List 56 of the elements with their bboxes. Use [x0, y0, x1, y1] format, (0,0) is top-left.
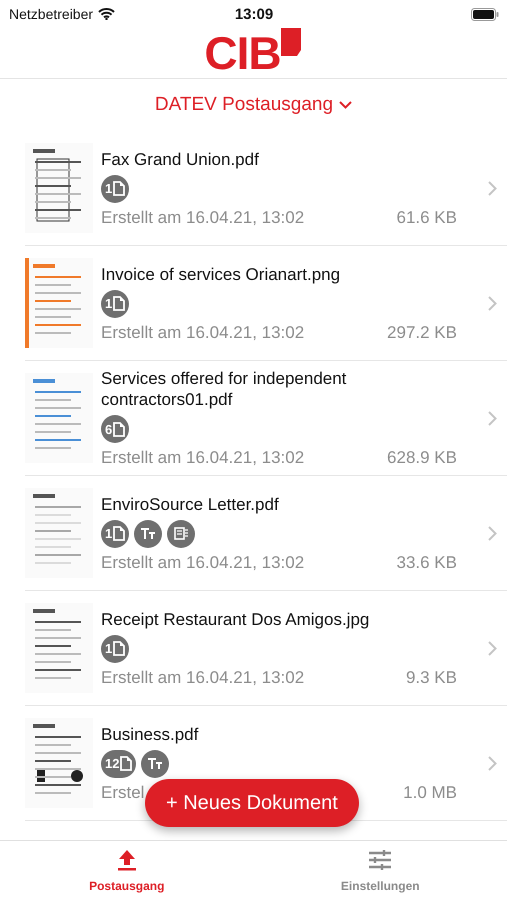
page-count-badge: 6	[101, 415, 130, 443]
folder-selector[interactable]: DATEV Postausgang	[154, 94, 352, 116]
created-date: Erstellt am 16.04.21, 13:02	[101, 208, 304, 228]
clock: 13:09	[234, 6, 274, 22]
page-icon	[113, 181, 126, 196]
new-document-button[interactable]: + Neues Dokument	[145, 779, 359, 827]
page-icon	[113, 526, 126, 541]
logo-mark-icon	[280, 28, 303, 56]
chevron-right-icon	[488, 410, 496, 426]
chevron-right-icon	[488, 526, 496, 540]
document-name: Receipt Restaurant Dos Amigos.jpg	[101, 608, 370, 630]
file-size: 628.9 KB	[387, 448, 457, 468]
carrier-name: Netzbetreiber	[9, 6, 94, 22]
document-row[interactable]: EnviroSource Letter.pdf 1 Erstellt am 16.04.21, 13:02 33.6 KB	[25, 476, 507, 591]
wifi-icon	[98, 8, 116, 20]
page-count-badge: 1	[101, 634, 130, 662]
document-row[interactable]: Receipt Restaurant Dos Amigos.jpg 1 Erstellt am 16.04.21, 13:02 9.3 KB	[25, 591, 507, 706]
page-icon	[113, 296, 126, 311]
scan-badge-icon	[167, 520, 196, 548]
upload-icon	[116, 848, 137, 870]
file-size: 33.6 KB	[396, 552, 457, 572]
chevron-right-icon	[488, 296, 496, 310]
chevron-right-icon	[488, 756, 496, 770]
document-row[interactable]: Fax Grand Union.pdf 1 Erstellt am 16.04.21, 13:02 61.6 KB	[25, 131, 507, 246]
file-size: 9.3 KB	[406, 668, 457, 688]
logo: CIB	[204, 30, 281, 76]
sliders-icon	[368, 848, 392, 870]
file-size: 61.6 KB	[396, 208, 457, 228]
page-count-badge: 1	[101, 520, 130, 548]
battery-icon	[471, 8, 499, 20]
document-name: Services offered for independent contractors01.pdf	[101, 368, 348, 410]
document-name: Fax Grand Union.pdf	[101, 148, 260, 170]
document-row[interactable]: Invoice of services Orianart.png 1 Erstellt am 16.04.21, 13:02 297.2 KB	[25, 246, 507, 361]
file-size: 1.0 MB	[403, 782, 457, 802]
chevron-right-icon	[488, 180, 496, 196]
page-icon	[113, 422, 126, 436]
document-name: EnviroSource Letter.pdf	[101, 494, 280, 514]
chevron-right-icon	[488, 640, 496, 656]
chevron-down-icon	[339, 101, 352, 109]
page-count-badge: 1	[101, 290, 130, 318]
page-count-badge: 12	[101, 750, 136, 778]
document-name: Business.pdf	[101, 724, 200, 744]
created-date: Erstellt am 16.04.21, 13:02	[101, 552, 304, 572]
created-date: Erstellt am 16.04.21, 13:02	[101, 322, 304, 342]
tab[interactable]: Postausgang	[0, 841, 254, 900]
document-name: Invoice of services Orianart.png	[101, 264, 342, 284]
page-icon	[113, 641, 126, 656]
page-icon	[120, 756, 132, 771]
page-count-badge: 1	[101, 174, 130, 202]
text-badge-icon	[141, 750, 170, 778]
created-date: Erstellt am 16.04.21, 13:02	[101, 668, 304, 688]
file-size: 297.2 KB	[387, 322, 457, 342]
created-date: Erstellt am 16.04.21, 13:02	[101, 448, 304, 468]
text-badge-icon	[134, 520, 162, 548]
created-date: Erstel	[101, 782, 144, 802]
document-row[interactable]: Services offered for independent contractors01.pdf 6 Erstellt am 16.04.21, 13:02 628.9 KB	[25, 361, 507, 476]
